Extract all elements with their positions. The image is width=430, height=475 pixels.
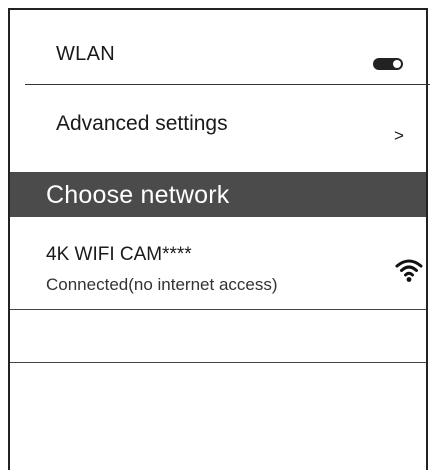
divider — [25, 84, 430, 85]
section-title: Choose network — [46, 181, 230, 209]
toggle-knob — [393, 60, 401, 68]
choose-network-header: Choose network — [10, 172, 426, 217]
wlan-label: WLAN — [56, 43, 115, 65]
network-status: Connected(no internet access) — [46, 275, 278, 294]
network-name: 4K WIFI CAM**** — [46, 244, 192, 265]
advanced-settings-label: Advanced settings — [56, 112, 228, 135]
chevron-right-icon: > — [394, 126, 404, 145]
wlan-toggle[interactable] — [373, 58, 403, 70]
wlan-row: WLAN — [10, 10, 426, 85]
divider — [10, 362, 426, 363]
empty-list-item — [10, 310, 426, 362]
settings-panel: WLAN Advanced settings > Choose network … — [8, 8, 430, 470]
wifi-icon — [395, 259, 423, 282]
advanced-settings-row[interactable]: Advanced settings > — [10, 86, 426, 170]
network-list-item[interactable]: 4K WIFI CAM**** Connected(no internet ac… — [10, 218, 426, 308]
